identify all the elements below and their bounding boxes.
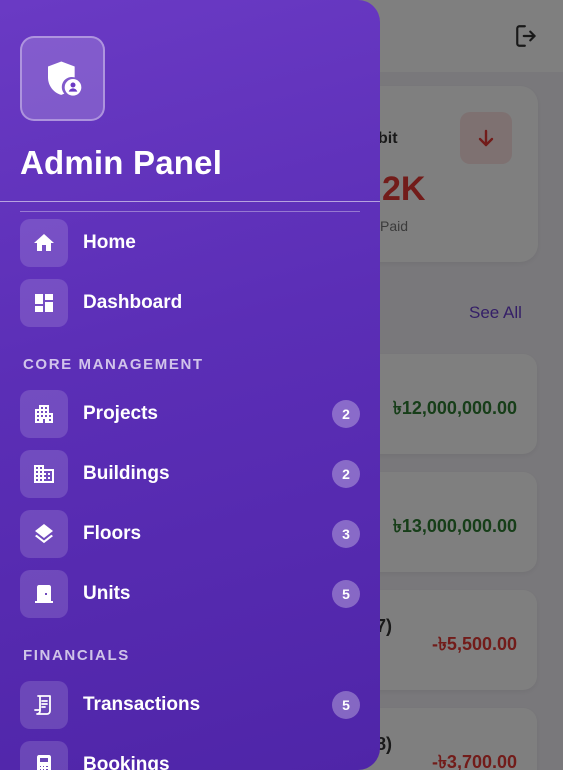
booking-icon (20, 741, 68, 770)
home-icon (20, 219, 68, 267)
shield-user-icon (20, 36, 105, 121)
nav-item-floors[interactable]: Floors 3 (20, 510, 360, 558)
building-icon (20, 450, 68, 498)
nav-item-label: Home (83, 232, 136, 253)
count-badge: 2 (332, 460, 360, 488)
nav-item-label: Transactions (83, 694, 201, 715)
nav-item-buildings[interactable]: Buildings 2 (20, 450, 360, 498)
divider (20, 211, 360, 212)
drawer-title: Admin Panel (20, 144, 223, 181)
nav-item-units[interactable]: Units 5 (20, 570, 360, 618)
drawer-header: Admin Panel (0, 0, 380, 202)
nav-item-label: Units (83, 583, 131, 604)
nav-item-label: Floors (83, 523, 142, 544)
apartment-icon (20, 390, 68, 438)
nav-item-label: Projects (83, 403, 158, 424)
section-heading-financials: FINANCIALS (23, 647, 130, 664)
section-heading-core-management: CORE MANAGEMENT (23, 356, 204, 373)
count-badge: 5 (332, 580, 360, 608)
count-badge: 5 (332, 691, 360, 719)
layers-icon (20, 510, 68, 558)
receipt-icon (20, 681, 68, 729)
nav-item-dashboard[interactable]: Dashboard (20, 279, 360, 327)
count-badge: 2 (332, 400, 360, 428)
nav-item-label: Buildings (83, 463, 170, 484)
door-icon (20, 570, 68, 618)
dashboard-icon (20, 279, 68, 327)
nav-item-transactions[interactable]: Transactions 5 (20, 681, 360, 729)
nav-item-bookings[interactable]: Bookings (20, 741, 360, 770)
navigation-drawer: Admin Panel Home Dashboard CORE MANAGEME… (0, 0, 380, 770)
nav-item-label: Bookings (83, 754, 170, 770)
nav-item-home[interactable]: Home (20, 219, 360, 267)
count-badge: 3 (332, 520, 360, 548)
nav-item-label: Dashboard (83, 292, 183, 313)
nav-item-projects[interactable]: Projects 2 (20, 390, 360, 438)
